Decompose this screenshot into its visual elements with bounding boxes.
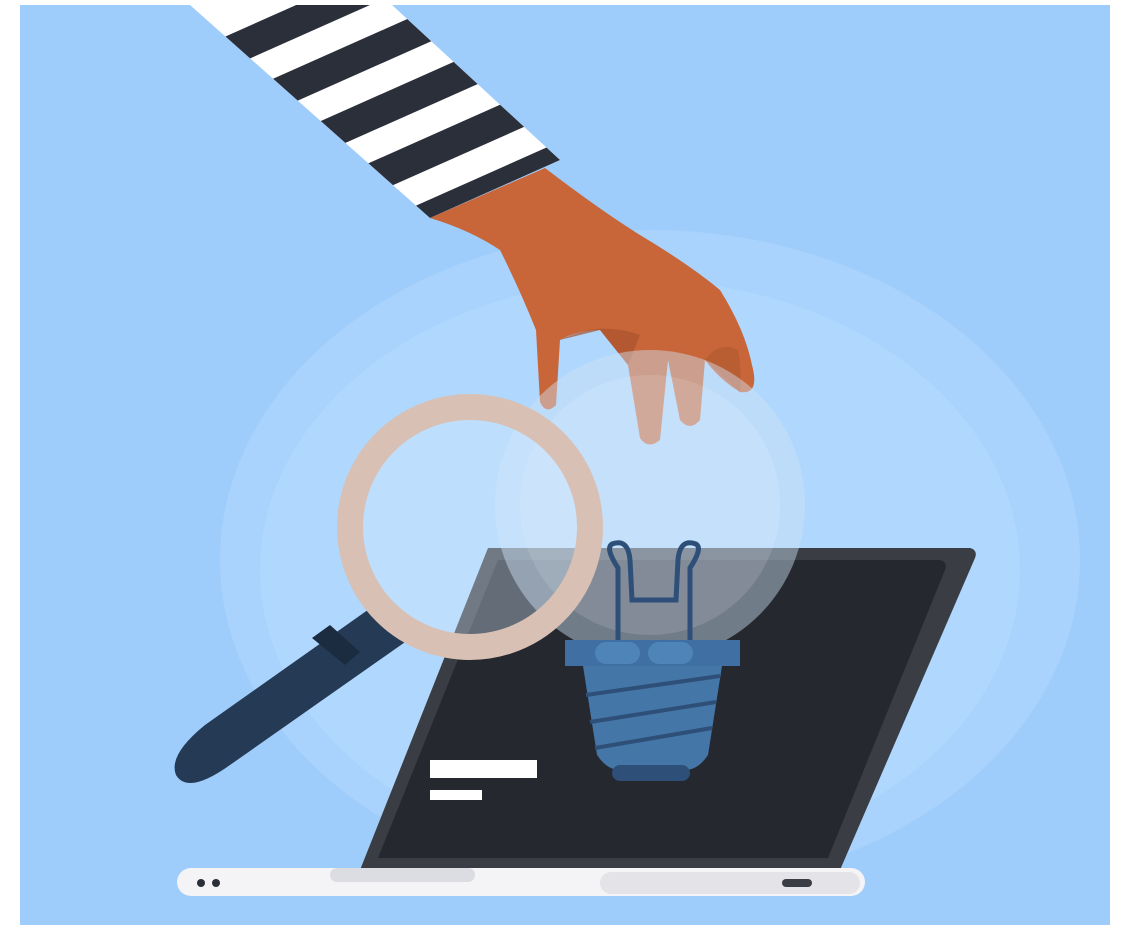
screen-text-line-1 xyxy=(430,760,537,778)
illustration-scene xyxy=(0,0,1125,926)
base-dot-1 xyxy=(197,879,205,887)
base-dot-2 xyxy=(212,879,220,887)
screen-text-line-2 xyxy=(430,790,482,800)
base-slot xyxy=(782,879,812,887)
